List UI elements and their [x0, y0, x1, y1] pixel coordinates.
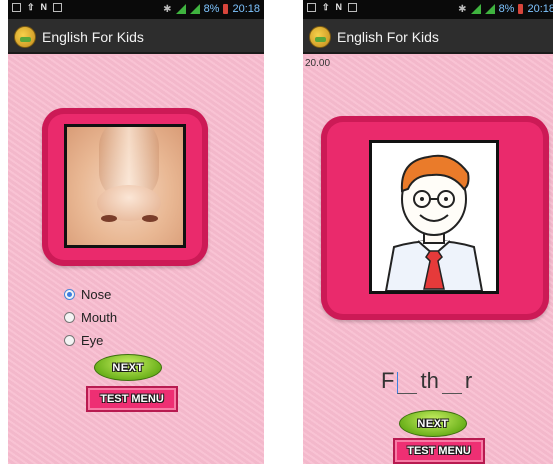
battery-percent: 8% — [498, 3, 515, 15]
media-icon — [348, 3, 358, 12]
word-part: th — [420, 368, 439, 393]
timer-text: 20.00 — [305, 58, 331, 69]
quiz-content: Nose Mouth Eye NEXT TEST MENU — [8, 56, 264, 464]
phone-screen-right: ⇧ N ✱ 8% 20:18 English For Kids 20.00 F … — [303, 0, 553, 464]
status-bar: ⇧ N ✱ 8% 20:18 — [303, 0, 553, 19]
option-nose[interactable]: Nose — [64, 285, 111, 303]
app-title: English For Kids — [42, 29, 144, 45]
blank-input[interactable] — [397, 372, 418, 394]
option-mouth[interactable]: Mouth — [64, 308, 117, 326]
upload-icon: ⇧ — [27, 2, 35, 12]
signal-strength-icon — [484, 4, 495, 14]
app-title: English For Kids — [337, 29, 439, 45]
quiz-content: 20.00 F th r NEXT TEST MENU — [303, 56, 553, 464]
bluetooth-icon: ✱ — [163, 3, 172, 15]
option-label: Eye — [81, 332, 104, 348]
radio-button[interactable] — [64, 311, 75, 323]
bluetooth-icon: ✱ — [458, 3, 467, 15]
option-eye[interactable]: Eye — [64, 331, 103, 349]
action-bar: English For Kids — [303, 19, 553, 54]
word-part: r — [464, 368, 473, 393]
battery-percent: 8% — [203, 3, 220, 15]
notification-icon: N — [335, 2, 343, 12]
next-button[interactable]: NEXT — [94, 354, 162, 381]
radio-button[interactable] — [64, 334, 75, 346]
option-label: Mouth — [81, 309, 118, 325]
action-bar: English For Kids — [8, 19, 264, 54]
nose-image — [64, 124, 186, 248]
status-time: 20:18 — [527, 3, 553, 15]
app-logo-icon[interactable] — [309, 26, 331, 48]
radio-button-selected[interactable] — [64, 288, 75, 300]
signal-icon — [175, 4, 186, 14]
spelling-word: F th r — [381, 368, 472, 394]
test-menu-button[interactable]: TEST MENU — [86, 386, 178, 412]
battery-icon — [223, 4, 229, 14]
status-bar: ⇧ N ✱ 8% 20:18 — [8, 0, 264, 19]
test-menu-button[interactable]: TEST MENU — [393, 438, 485, 464]
notification-icon: N — [40, 2, 48, 12]
status-time: 20:18 — [232, 3, 260, 15]
media-icon — [53, 3, 63, 12]
battery-icon — [518, 4, 524, 14]
image-frame — [321, 116, 549, 320]
image-frame — [42, 108, 208, 266]
option-label: Nose — [81, 286, 112, 302]
next-button[interactable]: NEXT — [399, 410, 467, 437]
father-image — [369, 140, 499, 294]
photo-icon — [307, 3, 316, 12]
word-part: F — [381, 368, 395, 393]
photo-icon — [12, 3, 21, 12]
phone-screen-left: ⇧ N ✱ 8% 20:18 English For Kids Nose Mou… — [8, 0, 264, 464]
father-cartoon-icon — [384, 154, 484, 291]
upload-icon: ⇧ — [322, 2, 330, 12]
blank-input[interactable] — [441, 372, 462, 394]
signal-strength-icon — [189, 4, 200, 14]
signal-icon — [470, 4, 481, 14]
app-logo-icon[interactable] — [14, 26, 36, 48]
